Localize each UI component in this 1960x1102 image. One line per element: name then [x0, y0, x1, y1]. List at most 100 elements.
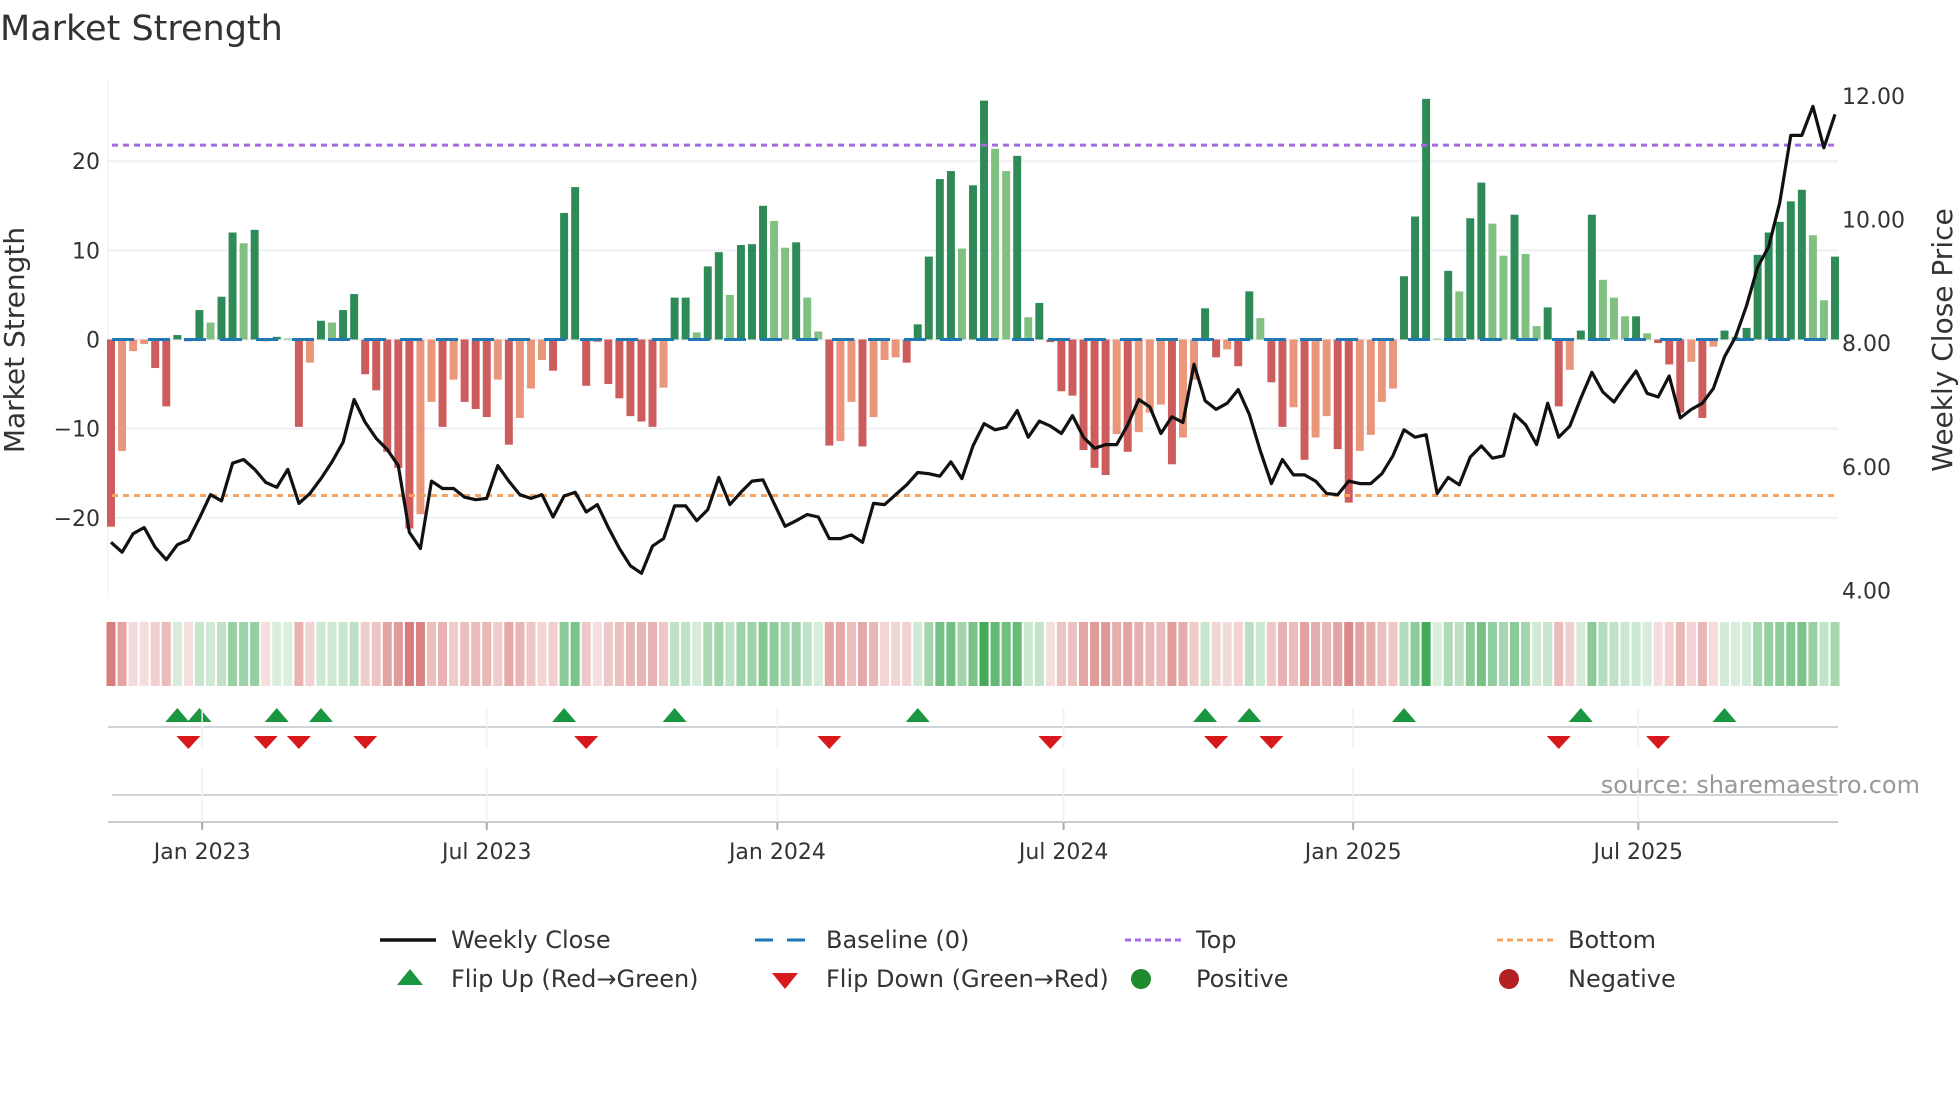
y-tick-label: 0	[86, 329, 100, 354]
y-tick-label: −20	[54, 507, 100, 532]
flip-up-marker	[662, 708, 687, 722]
legend-circle-icon	[1499, 969, 1519, 989]
heat-cell	[1156, 622, 1166, 686]
strength-bar	[1057, 339, 1066, 392]
strength-bar	[836, 339, 845, 442]
heat-cell	[1112, 622, 1122, 686]
strength-bar	[1156, 339, 1165, 405]
strength-bar	[957, 248, 966, 340]
heat-cell	[504, 622, 514, 686]
heat-cell	[647, 622, 658, 686]
y-tick-label: −10	[54, 418, 100, 443]
strength-bar	[803, 297, 812, 340]
strength-bar	[1322, 339, 1331, 417]
heat-cell	[548, 622, 558, 686]
strength-bar	[1587, 214, 1596, 340]
legend-circle-icon	[1131, 969, 1151, 989]
heat-cell	[1797, 622, 1807, 686]
y2-tick-label: 12.00	[1842, 85, 1905, 110]
strength-bar	[1621, 316, 1630, 340]
strength-bar	[339, 310, 348, 340]
strength-bar	[924, 256, 933, 340]
flip-up-marker	[165, 708, 190, 722]
x-tick-label: Jul 2024	[1017, 840, 1109, 865]
heat-cell	[1532, 622, 1542, 686]
heat-cell	[780, 622, 790, 686]
legend-label: Baseline (0)	[826, 926, 969, 954]
x-tick-label: Jul 2023	[440, 840, 532, 865]
heat-cell	[614, 622, 624, 686]
heat-cell	[791, 622, 801, 686]
strength-bar	[1466, 218, 1475, 340]
strength-bar	[858, 339, 867, 447]
heat-cell	[438, 622, 448, 686]
heat-cell	[1134, 622, 1144, 686]
heat-cell	[1443, 622, 1453, 686]
heat-cell	[902, 622, 912, 686]
heat-cell	[349, 622, 359, 686]
strength-bar	[847, 339, 856, 402]
heat-cell	[670, 622, 680, 686]
heat-cell	[205, 622, 215, 686]
x-tick-label: Jan 2023	[152, 840, 251, 865]
strength-bar	[305, 339, 314, 363]
heat-cell	[228, 622, 238, 686]
heat-cell	[1034, 622, 1044, 686]
heat-cell	[1819, 622, 1829, 686]
strength-bar	[538, 339, 546, 361]
flip-up-marker	[1712, 708, 1737, 722]
heat-cell	[1686, 622, 1696, 686]
strength-bar	[372, 339, 381, 391]
strength-bar	[913, 324, 922, 340]
strength-bar	[206, 322, 215, 340]
strength-bar	[1411, 216, 1420, 340]
legend-label: Bottom	[1568, 926, 1656, 954]
heat-cell	[625, 622, 635, 686]
heat-cell	[703, 622, 713, 686]
heat-cell	[1189, 622, 1199, 686]
flip-down-marker	[1038, 736, 1063, 749]
strength-bar	[1554, 339, 1563, 407]
market-strength-chart: Market Strength 20 10 0 −10 −20 12.00 10.00 8.…	[0, 9, 1959, 993]
heat-cell	[250, 622, 260, 686]
heat-cell	[1078, 622, 1089, 686]
heat-cell	[1145, 622, 1155, 686]
heat-cell	[360, 622, 370, 686]
strength-bar	[825, 339, 834, 446]
strength-bar	[1002, 171, 1011, 340]
strength-bar	[1499, 255, 1508, 340]
strength-bar	[1101, 339, 1110, 475]
heat-cell	[1753, 622, 1763, 686]
heat-cell	[139, 622, 149, 686]
heat-cell	[382, 622, 392, 686]
strength-bar	[361, 339, 370, 375]
heat-cell	[725, 622, 735, 686]
strength-bar	[1742, 327, 1751, 340]
heat-cell	[1631, 622, 1641, 686]
y2-tick-label: 8.00	[1842, 332, 1891, 357]
strength-bar	[239, 243, 248, 340]
flip-up-marker	[264, 708, 289, 722]
flip-down-marker	[574, 736, 599, 749]
strength-bar	[151, 339, 160, 369]
heat-cell	[681, 622, 691, 686]
strength-bar	[681, 297, 690, 340]
flip-up-marker	[552, 708, 577, 722]
strength-bar	[1267, 339, 1276, 383]
strength-bar	[560, 212, 569, 340]
strength-bar	[1720, 330, 1729, 340]
strength-bar	[770, 220, 779, 340]
strength-bar	[1366, 339, 1375, 435]
heat-cell	[1554, 622, 1564, 686]
strength-bar	[1609, 297, 1618, 340]
heat-cell	[128, 622, 138, 686]
strength-bar	[1521, 253, 1530, 340]
heat-cell	[570, 622, 580, 686]
strength-bar	[1024, 317, 1033, 340]
legend-label: Positive	[1196, 965, 1289, 993]
heat-cell	[1377, 622, 1387, 686]
strength-bar	[1112, 339, 1121, 434]
heat-cell	[990, 622, 1000, 686]
heat-cell	[1521, 622, 1531, 686]
heat-cell	[1233, 622, 1243, 686]
